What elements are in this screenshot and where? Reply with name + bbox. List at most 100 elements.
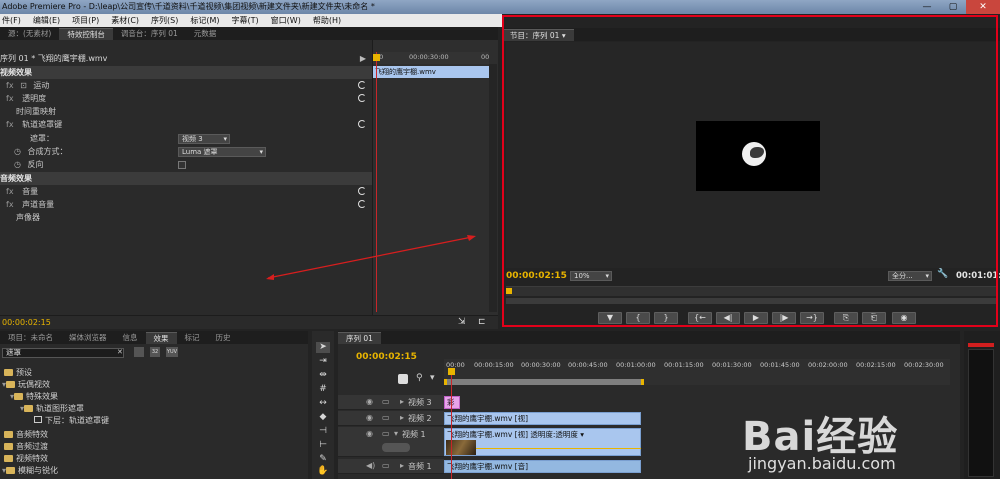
pen-tool-icon[interactable]: ✎ [316,454,330,465]
lock-icon[interactable]: ▭ [382,397,390,406]
slide-tool-icon[interactable]: ⊢ [316,440,330,451]
speaker-icon[interactable]: ◀) [366,461,375,470]
snap-toggle-icon[interactable] [398,374,408,384]
track-select-tool-icon[interactable]: ⇥ [316,356,330,367]
effect-opacity[interactable]: fx 透明度 [0,92,372,105]
tab-history[interactable]: 历史 [208,332,239,344]
timeline-work-area[interactable] [444,379,644,385]
mini-clip[interactable]: 飞翔的鹰宇棚.wmv [373,66,489,78]
expand-arrow-icon[interactable]: ▾ [394,429,398,438]
tree-item-blur-sharpen[interactable]: ▾ 模糊与锐化 [0,465,58,476]
clip-v3-title[interactable]: 彩 [444,396,460,409]
minimize-button[interactable]: — [914,0,940,14]
track-header[interactable]: ◉ ▭ ▾ 视频 1 [338,427,444,457]
tab-effects[interactable]: 效果 [145,332,177,344]
tab-source[interactable]: 源：(无素材) [0,28,59,40]
program-ruler[interactable] [506,286,996,296]
tree-item-video-effects[interactable]: 视频特效 [0,453,48,464]
keyframe-icon[interactable]: ▾ [430,373,435,383]
tree-item-track-matte-folder[interactable]: ▾ 轨道图形遮罩 [0,403,84,414]
reset-icon[interactable] [358,81,366,89]
rolling-edit-tool-icon[interactable]: # [316,384,330,395]
reset-icon[interactable] [358,187,366,195]
play-button[interactable]: ▶ [744,312,768,324]
opacity-line[interactable] [476,448,641,449]
slip-tool-icon[interactable]: ⊣ [316,426,330,437]
tab-program[interactable]: 节目：序列 01 ▾ [502,29,574,41]
effect-volume[interactable]: fx 音量 [0,185,372,198]
menu-project[interactable]: 项目(P) [72,14,99,27]
rate-stretch-tool-icon[interactable]: ↔ [316,398,330,409]
yuv-icon[interactable]: YUV [166,347,178,357]
tree-item-special[interactable]: ▾ 特殊效果 [0,391,58,402]
tab-effect-controls[interactable]: 特效控制台 [59,28,113,40]
tab-media-browser[interactable]: 媒体浏览器 [61,332,115,344]
reset-icon[interactable] [358,120,366,128]
extract-button[interactable]: ⎗ [862,312,886,324]
snap-icon[interactable]: ⊏ [478,317,486,327]
tree-item-presets[interactable]: 预设 [0,367,32,378]
tab-project[interactable]: 项目：未命名 [0,332,61,344]
keyframe-nav-icon[interactable] [382,443,410,452]
maximize-button[interactable]: ▢ [940,0,966,14]
tab-metadata[interactable]: 元数据 [186,28,225,40]
chevron-down-icon[interactable]: ▾ [562,31,566,40]
go-to-out-button[interactable]: →} [800,312,824,324]
program-playhead-icon[interactable] [506,288,512,294]
clip-v2[interactable]: 飞翔的鹰宇棚.wmv [视] [444,412,641,425]
go-to-in-button[interactable]: {← [688,312,712,324]
stopwatch-icon[interactable]: ◷ [14,160,21,169]
program-scrollbar[interactable] [506,298,996,304]
zoom-select[interactable]: 10% [570,271,612,281]
32-bit-icon[interactable]: 32 [150,347,160,357]
step-forward-button[interactable]: |▶ [772,312,796,324]
export-frame-button[interactable]: ◉ [892,312,916,324]
composite-select[interactable]: Luma 遮罩 [178,147,266,157]
playhead-marker-icon[interactable] [373,54,380,61]
tab-sequence[interactable]: 序列 01 [338,332,381,344]
timeline-playhead-marker-icon[interactable] [448,368,455,375]
menu-marker[interactable]: 标记(M) [190,14,219,27]
lock-icon[interactable]: ▭ [382,429,390,438]
export-icon[interactable]: ⇲ [458,317,466,327]
new-bin-icon[interactable] [134,347,144,357]
expand-arrow-icon[interactable]: ▸ [400,413,404,422]
eye-icon[interactable]: ◉ [366,397,373,406]
eye-icon[interactable]: ◉ [366,429,373,438]
wrench-icon[interactable]: 🔧 [937,269,948,279]
effect-channel-volume[interactable]: fx 声道音量 [0,198,372,211]
effects-search-input[interactable]: 遮罩 [2,348,124,358]
track-header[interactable]: ◉ ▭ ▸ 视频 2 [338,411,444,426]
matte-select[interactable]: 视频 3 [178,134,230,144]
ripple-edit-tool-icon[interactable]: ⇹ [316,370,330,381]
menu-sequence[interactable]: 序列(S) [151,14,178,27]
menu-clip[interactable]: 素材(C) [111,14,139,27]
tree-item-audio-effects[interactable]: 音频特效 [0,429,48,440]
clear-search-icon[interactable]: ✕ [117,348,123,356]
marker-icon[interactable]: ⚲ [416,373,423,383]
lock-icon[interactable]: ▭ [382,413,390,422]
selection-tool-icon[interactable]: ➤ [316,342,330,353]
menu-help[interactable]: 帮助(H) [313,14,341,27]
play-triangle-icon[interactable]: ▶ [360,52,366,65]
reset-icon[interactable] [358,94,366,102]
hand-tool-icon[interactable]: ✋ [316,466,330,477]
lock-icon[interactable]: ▭ [382,461,390,470]
add-marker-button[interactable]: ▼ [598,312,622,324]
menu-title[interactable]: 字幕(T) [232,14,259,27]
tab-markers[interactable]: 标记 [177,332,208,344]
timeline-playhead[interactable] [451,368,452,479]
effect-time-remap[interactable]: 时间重映射 [0,105,372,118]
track-header[interactable]: ◀) ▭ ▸ 音频 1 [338,459,444,474]
menu-window[interactable]: 窗口(W) [271,14,301,27]
reset-icon[interactable] [358,200,366,208]
menu-file[interactable]: 件(F) [2,14,21,27]
fit-select[interactable]: 全分... [888,271,932,281]
stopwatch-icon[interactable]: ◷ [14,147,21,156]
expand-arrow-icon[interactable]: ▸ [400,461,404,470]
close-button[interactable]: ✕ [966,0,1000,14]
effect-track-matte[interactable]: fx 轨道遮罩键 [0,118,372,131]
step-back-button[interactable]: ◀| [716,312,740,324]
lift-button[interactable]: ⎘ [834,312,858,324]
effect-panner[interactable]: 声像器 [0,211,372,224]
